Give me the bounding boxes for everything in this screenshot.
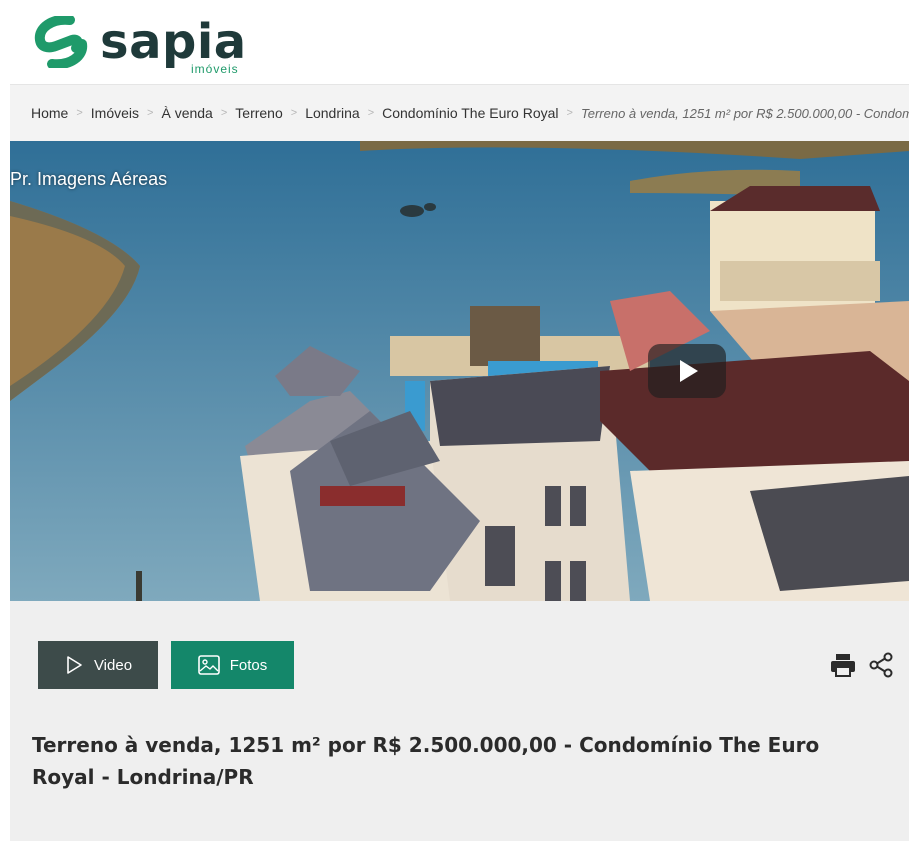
print-button[interactable] <box>829 651 857 679</box>
share-icon <box>869 652 893 678</box>
sapia-logo-icon <box>34 16 88 68</box>
breadcrumb-a-venda[interactable]: À venda <box>161 105 212 121</box>
listing-tools <box>829 651 895 679</box>
print-icon <box>831 654 855 677</box>
breadcrumb-separator: > <box>220 107 228 119</box>
breadcrumb-imoveis[interactable]: Imóveis <box>91 105 139 121</box>
site-header: sapia imóveis <box>0 0 909 82</box>
breadcrumb-separator: > <box>566 107 573 119</box>
play-icon <box>680 360 698 382</box>
share-button[interactable] <box>867 651 895 679</box>
breadcrumb-terreno[interactable]: Terreno <box>235 105 282 121</box>
listing-title: Terreno à venda, 1251 m² por R$ 2.500.00… <box>32 733 820 789</box>
property-video[interactable]: Pr. Imagens Aéreas <box>10 141 909 601</box>
breadcrumb-home[interactable]: Home <box>31 105 68 121</box>
listing-content: Video Fotos Terreno à venda, 1251 m² por… <box>10 601 909 841</box>
logo-wordmark: sapia imóveis <box>100 14 247 76</box>
breadcrumb-current: Terreno à venda, 1251 m² por R$ 2.500.00… <box>580 105 909 121</box>
play-button[interactable] <box>648 344 726 398</box>
play-outline-icon <box>67 656 82 674</box>
breadcrumb-londrina[interactable]: Londrina <box>305 105 360 121</box>
video-button[interactable]: Video <box>38 641 158 689</box>
fotos-button-label: Fotos <box>229 656 268 674</box>
breadcrumb: Home > Imóveis > À venda > Terreno > Lon… <box>31 105 909 121</box>
image-icon <box>197 655 220 675</box>
breadcrumb-condominio[interactable]: Condomínio The Euro Royal <box>382 105 558 121</box>
breadcrumb-separator: > <box>147 107 154 119</box>
breadcrumb-separator: > <box>367 107 375 119</box>
video-button-label: Video <box>93 656 133 674</box>
aerial-view-image <box>10 141 909 601</box>
logo-text: sapia <box>100 14 247 70</box>
breadcrumb-bar: Home > Imóveis > À venda > Terreno > Lon… <box>10 84 909 142</box>
fotos-button[interactable]: Fotos <box>171 641 294 689</box>
video-caption: Pr. Imagens Aéreas <box>10 169 168 189</box>
breadcrumb-separator: > <box>76 107 83 119</box>
breadcrumb-separator: > <box>290 107 298 119</box>
logo-tagline: imóveis <box>190 62 239 76</box>
site-logo[interactable]: sapia imóveis <box>32 12 247 76</box>
